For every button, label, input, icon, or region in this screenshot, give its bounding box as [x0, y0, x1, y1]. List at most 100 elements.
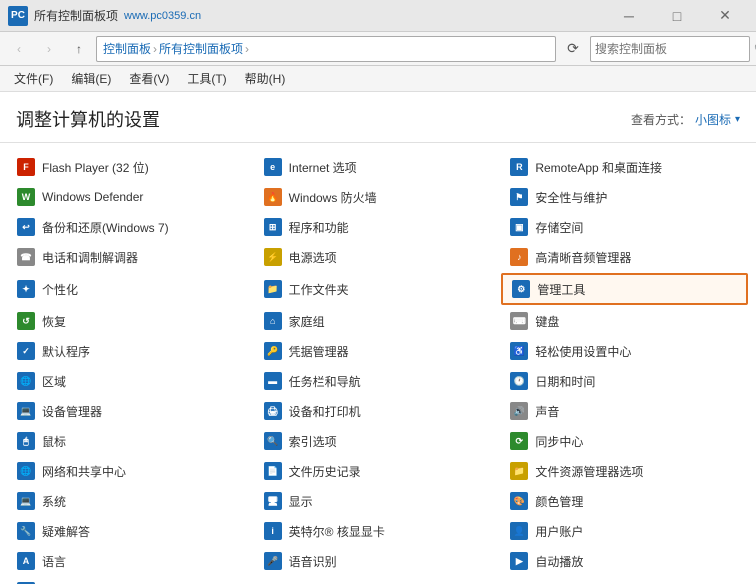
list-item[interactable]: ▣ 存储空间: [501, 213, 748, 241]
item-label: 文件资源管理器选项: [535, 463, 643, 480]
item-label: 同步中心: [535, 433, 583, 450]
item-icon: ⟳: [509, 431, 529, 451]
item-label: 家庭组: [289, 313, 325, 330]
list-item[interactable]: ✦个性化: [8, 273, 255, 305]
item-label: 自动播放: [535, 553, 583, 570]
list-item[interactable]: 🔍索引选项: [255, 427, 502, 455]
maximize-button[interactable]: □: [654, 1, 700, 31]
list-item[interactable]: 📁 文件资源管理器选项: [501, 457, 748, 485]
item-label: 系统: [42, 493, 66, 510]
item-icon: ⌂: [263, 311, 283, 331]
view-options: 查看方式： 小图标 ▾: [631, 111, 740, 128]
item-label: 存储空间: [535, 219, 583, 236]
list-item[interactable]: 🔑凭据管理器: [255, 337, 502, 365]
list-item[interactable]: ⊞程序和功能: [255, 213, 502, 241]
menu-help[interactable]: 帮助(H): [237, 68, 294, 89]
minimize-button[interactable]: ─: [606, 1, 652, 31]
refresh-button[interactable]: ⟳: [560, 36, 586, 62]
list-item[interactable]: 🔥Windows 防火墙: [255, 183, 502, 211]
item-icon: 🖨: [263, 401, 283, 421]
item-label: 默认程序: [42, 343, 90, 360]
item-label: 轻松使用设置中心: [535, 343, 631, 360]
forward-button[interactable]: ›: [36, 36, 62, 62]
list-item[interactable]: ⚡电源选项: [255, 243, 502, 271]
up-button[interactable]: ↑: [66, 36, 92, 62]
list-item[interactable]: ♿轻松使用设置中心: [501, 337, 748, 365]
item-icon: R: [509, 157, 529, 177]
list-item[interactable]: 🌐区域: [8, 367, 255, 395]
item-icon: ☎: [16, 247, 36, 267]
item-icon: ⊞: [263, 217, 283, 237]
list-item[interactable]: ☎电话和调制解调器: [8, 243, 255, 271]
item-label: 用户账户: [535, 523, 583, 540]
item-icon: 🖱: [16, 431, 36, 451]
list-item[interactable]: ▶自动播放: [501, 547, 748, 575]
title-text: 所有控制面板项: [34, 7, 118, 24]
search-input[interactable]: [595, 42, 750, 56]
item-icon: ⚙: [511, 279, 531, 299]
list-item[interactable]: 🕐日期和时间: [501, 367, 748, 395]
list-item[interactable]: eInternet 选项: [255, 153, 502, 181]
item-icon: ↺: [16, 311, 36, 331]
menu-tools[interactable]: 工具(T): [179, 68, 234, 89]
item-icon: 🔥: [263, 187, 283, 207]
breadcrumb-current[interactable]: 所有控制面板项: [159, 40, 243, 57]
breadcrumb-home[interactable]: 控制面板: [103, 40, 151, 57]
breadcrumb-bar: 控制面板 › 所有控制面板项 ›: [96, 36, 556, 62]
item-label: 声音: [535, 403, 559, 420]
list-item[interactable]: ✓默认程序: [8, 337, 255, 365]
list-item[interactable]: ⟳ 同步中心: [501, 427, 748, 455]
list-item[interactable]: ⌨键盘: [501, 307, 748, 335]
list-item[interactable]: 🖨 设备和打印机: [255, 397, 502, 425]
list-item[interactable]: 📁工作文件夹: [255, 273, 502, 305]
menu-edit[interactable]: 编辑(E): [63, 68, 119, 89]
list-item[interactable]: ↺恢复: [8, 307, 255, 335]
item-icon: ↩: [16, 217, 36, 237]
view-current[interactable]: 小图标: [695, 111, 731, 128]
list-item[interactable]: A字体: [8, 577, 255, 584]
item-label: Flash Player (32 位): [42, 159, 149, 176]
item-label: 设备和打印机: [289, 403, 361, 420]
title-bar: PC 所有控制面板项 www.pc0359.cn ─ □ ✕: [0, 0, 756, 32]
list-item[interactable]: 🔧疑难解答: [8, 517, 255, 545]
list-item[interactable]: ▬任务栏和导航: [255, 367, 502, 395]
list-item[interactable]: 🖥显示: [255, 487, 502, 515]
item-icon: 📁: [509, 461, 529, 481]
item-label: 显示: [289, 493, 313, 510]
list-item[interactable]: ⚑安全性与维护: [501, 183, 748, 211]
item-icon: ▣: [509, 217, 529, 237]
item-label: 键盘: [535, 313, 559, 330]
list-item[interactable]: i英特尔® 核显显卡: [255, 517, 502, 545]
close-button[interactable]: ✕: [702, 1, 748, 31]
list-item[interactable]: ⚙管理工具: [501, 273, 748, 305]
list-item[interactable]: 📄文件历史记录: [255, 457, 502, 485]
back-button[interactable]: ‹: [6, 36, 32, 62]
menu-file[interactable]: 文件(F): [6, 68, 61, 89]
item-label: 索引选项: [289, 433, 337, 450]
list-item[interactable]: R RemoteApp 和桌面连接: [501, 153, 748, 181]
list-item[interactable]: 🌐网络和共享中心: [8, 457, 255, 485]
list-item[interactable]: ♪高清晰音频管理器: [501, 243, 748, 271]
item-label: 颜色管理: [535, 493, 583, 510]
list-item[interactable]: 🔊声音: [501, 397, 748, 425]
chevron-down-icon[interactable]: ▾: [735, 114, 740, 125]
item-label: 文件历史记录: [289, 463, 361, 480]
item-icon: ♪: [509, 247, 529, 267]
list-item[interactable]: A语言: [8, 547, 255, 575]
list-item[interactable]: 🎨颜色管理: [501, 487, 748, 515]
item-label: 备份和还原(Windows 7): [42, 219, 169, 236]
list-item[interactable]: 💻系统: [8, 487, 255, 515]
list-item[interactable]: WWindows Defender: [8, 183, 255, 211]
list-item[interactable]: ⌂ 家庭组: [255, 307, 502, 335]
list-item[interactable]: FFlash Player (32 位): [8, 153, 255, 181]
list-item[interactable]: 🖱鼠标: [8, 427, 255, 455]
list-item[interactable]: 💻设备管理器: [8, 397, 255, 425]
item-label: RemoteApp 和桌面连接: [535, 159, 662, 176]
list-item[interactable]: 👤用户账户: [501, 517, 748, 545]
item-icon: ▬: [263, 371, 283, 391]
list-item[interactable]: 🎤语音识别: [255, 547, 502, 575]
list-item[interactable]: ↩ 备份和还原(Windows 7): [8, 213, 255, 241]
item-label: Internet 选项: [289, 159, 357, 176]
item-icon: 🎤: [263, 551, 283, 571]
menu-view[interactable]: 查看(V): [121, 68, 177, 89]
